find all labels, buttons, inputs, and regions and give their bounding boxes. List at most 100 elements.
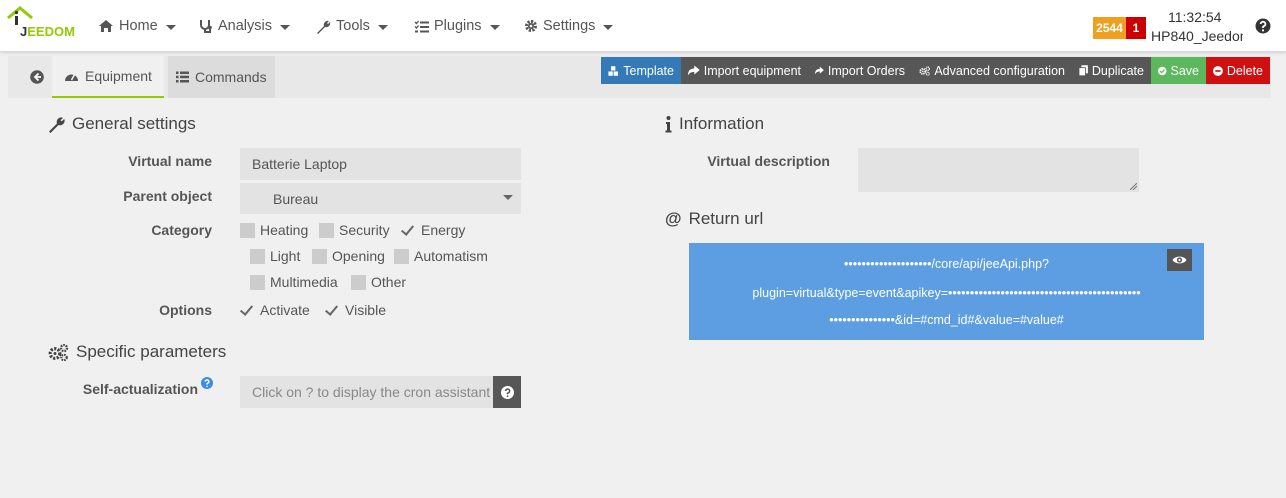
show-url-button[interactable] [1167,249,1192,271]
nav-tools[interactable]: Tools [316,17,388,35]
category-opening-label: Opening [332,248,385,264]
chevron-down-icon [503,195,513,200]
category-security-checkbox[interactable]: Security [319,222,390,238]
advanced-configuration-button[interactable]: Advanced configuration [912,57,1072,84]
delete-label: Delete [1226,63,1263,78]
import-equipment-button[interactable]: Import equipment [681,57,808,84]
cubes-icon [608,65,618,76]
category-heating-checkbox[interactable]: Heating [240,222,308,238]
share-icon [688,65,700,76]
tasks-icon [414,20,429,32]
parent-object-value: Bureau [273,190,319,207]
checkbox-checked[interactable] [240,303,255,318]
category-multimedia-label: Multimedia [270,274,338,290]
message-count-badge[interactable]: 2544 [1093,17,1126,39]
virtual-name-label: Virtual name [128,153,212,169]
activate-label: Activate [260,302,310,318]
cogs-icon [919,65,931,76]
return-url-box: ••••••••••••••••••••/core/api/jeeApi.php… [689,243,1204,340]
chevron-down-icon [603,24,614,30]
nav-settings[interactable]: Settings [524,17,614,35]
info-icon [665,115,672,132]
category-security-label: Security [339,222,390,238]
jeedom-logo[interactable]: JEEDOM [6,6,78,46]
specific-parameters-title: Specific parameters [48,342,226,362]
template-button[interactable]: Template [601,57,681,84]
help-icon[interactable] [1255,18,1271,34]
nav-plugins[interactable]: Plugins [414,17,500,35]
tab-equipment[interactable]: Equipment [52,56,164,98]
copy-icon [1079,65,1088,77]
checkbox-checked[interactable] [401,223,416,238]
category-other-checkbox[interactable]: Other [351,274,406,290]
return-url-line-1: ••••••••••••••••••••/core/api/jeeApi.php… [844,257,1049,271]
message-count: 2544 [1096,21,1123,35]
wrench-icon [317,20,331,34]
visible-label: Visible [345,302,386,318]
category-energy-checkbox[interactable]: Energy [401,222,465,238]
checkbox-box[interactable] [319,222,334,238]
category-energy-label: Energy [421,222,466,238]
return-url-line-3: •••••••••••••••&id=#cmd_id#&value=#value… [829,313,1064,327]
category-automatism-label: Automatism [414,248,488,264]
chevron-down-icon [280,24,290,30]
wrench-icon [49,116,65,133]
clock: 11:32:54 [1168,9,1222,25]
resize-handle-icon[interactable] [1130,183,1137,190]
question-circle-icon[interactable] [201,377,213,389]
checkbox-box[interactable] [351,274,366,290]
category-heating-label: Heating [260,222,309,238]
visible-checkbox[interactable]: Visible [325,302,386,318]
virtual-description-textarea[interactable] [858,148,1139,192]
category-opening-checkbox[interactable]: Opening [312,248,385,264]
checkbox-box[interactable] [240,222,255,238]
chevron-down-icon [165,24,176,30]
category-multimedia-checkbox[interactable]: Multimedia [250,274,338,290]
options-label: Options [159,302,212,318]
alert-count-badge[interactable]: 1 [1126,17,1146,39]
nav-plugins-label: Plugins [434,18,482,34]
top-navbar: JEEDOM Home Analysis Tools Plugins Setti… [0,0,1286,52]
home-icon [99,20,113,32]
category-light-checkbox[interactable]: Light [250,248,300,264]
share-icon [815,66,824,75]
information-title: Information [665,114,764,134]
nav-analysis-label: Analysis [218,18,272,34]
at-sign-icon: @ [665,209,682,228]
tab-commands-label: Commands [195,69,267,85]
cron-assistant-button[interactable] [493,376,521,408]
parent-object-select[interactable]: Bureau [240,183,521,214]
delete-button[interactable]: Delete [1206,57,1270,84]
self-actualization-input[interactable]: Click on ? to display the cron assistant [240,376,493,408]
page-scrollbar[interactable] [1272,56,1286,498]
parent-object-label: Parent object [123,188,212,204]
category-automatism-checkbox[interactable]: Automatism [394,248,488,264]
self-actualization-label: Self-actualization [82,381,198,397]
logo-text: JEEDOM [20,24,75,39]
category-other-label: Other [371,274,407,290]
checkbox-box[interactable] [394,248,409,264]
checkbox-checked[interactable] [325,303,340,318]
information-title-text: Information [679,114,765,133]
nav-home-label: Home [119,18,158,34]
checkbox-box[interactable] [312,248,327,264]
nav-analysis[interactable]: Analysis [199,17,290,35]
gear-icon [525,20,537,32]
duplicate-button[interactable]: Duplicate [1072,57,1151,84]
return-url-title: @ Return url [665,209,763,229]
checkbox-box[interactable] [250,248,265,264]
chevron-down-icon [377,24,388,30]
return-url-title-text: Return url [688,209,764,228]
nav-home[interactable]: Home [98,17,176,35]
save-button[interactable]: Save [1151,57,1206,84]
list-icon [176,71,189,83]
tab-commands[interactable]: Commands [168,56,275,98]
duplicate-label: Duplicate [1091,63,1144,78]
general-settings-title-text: General settings [72,114,196,133]
virtual-name-input[interactable]: Batterie Laptop [240,148,521,180]
cogs-icon [48,343,69,361]
import-orders-button[interactable]: Import Orders [808,57,912,84]
checkbox-box[interactable] [250,274,265,290]
question-circle-icon [500,385,514,399]
activate-checkbox[interactable]: Activate [240,302,310,318]
